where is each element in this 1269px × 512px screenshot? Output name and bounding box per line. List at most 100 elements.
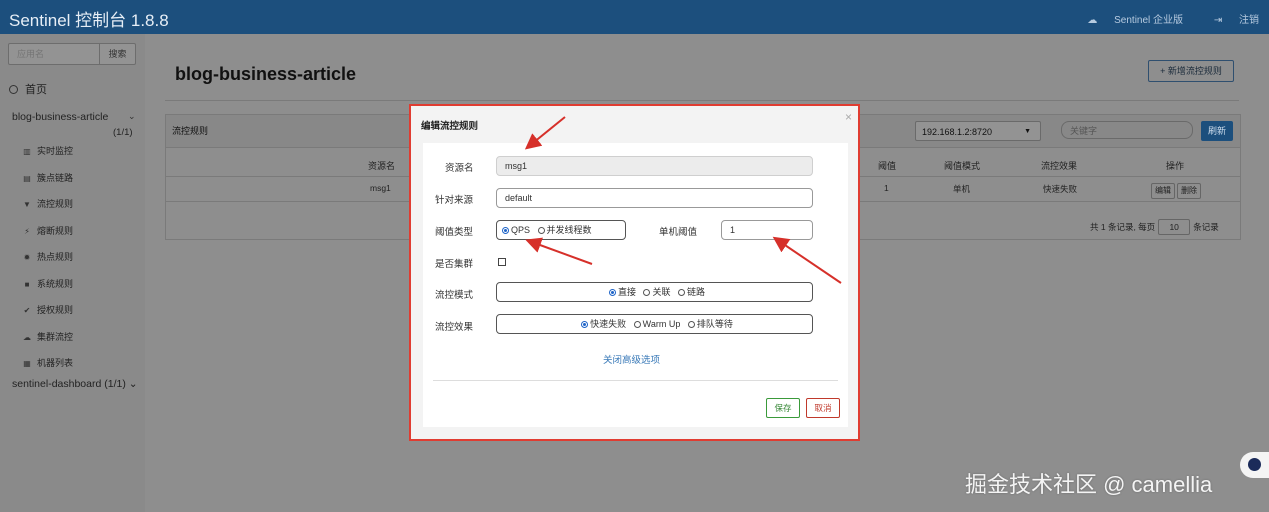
sidebar-item-5[interactable]: ■ 系统规则: [23, 271, 73, 298]
cell-mode: 单机: [953, 184, 971, 194]
radio-icon: [687, 321, 695, 328]
cluster-label: 是否集群: [435, 259, 474, 270]
radio-qps[interactable]: QPS: [497, 225, 530, 235]
divider: [433, 380, 838, 381]
logout-link[interactable]: ⇥ 注销: [1200, 15, 1259, 26]
radio-checked-icon: [608, 289, 616, 296]
caret-down-icon: ▼: [1024, 128, 1031, 135]
sidebar-app-count: (1/1): [113, 127, 133, 138]
radio-fast-fail[interactable]: 快速失败: [576, 319, 626, 329]
col-threshold-mode: 阈值模式: [944, 161, 981, 171]
threshold-type-label: 阈值类型: [435, 227, 474, 238]
sidebar-item-0[interactable]: ▥ 实时监控: [23, 138, 73, 165]
sidebar-app-name[interactable]: blog-business-article: [12, 111, 108, 123]
home-icon: [9, 85, 18, 94]
col-actions: 操作: [1166, 161, 1185, 171]
cloud-icon: ☁: [1087, 15, 1098, 26]
single-threshold-field[interactable]: 1: [721, 220, 813, 240]
app-search-button[interactable]: 搜索: [99, 44, 135, 64]
sidebar: 搜索 首页 blog-business-article ⌄ (1/1) ▥ 实时监…: [0, 34, 145, 512]
table-icon: ▦: [23, 359, 31, 368]
app-search: 搜索: [8, 43, 136, 65]
radio-associate[interactable]: 关联: [638, 287, 671, 297]
sidebar-item-home[interactable]: 首页: [9, 81, 47, 97]
save-button[interactable]: 保存: [766, 398, 800, 418]
fire-icon: ✹: [23, 253, 31, 262]
cell-threshold: 1: [884, 183, 889, 193]
sidebar-item-7[interactable]: ☁ 集群流控: [23, 324, 73, 351]
close-icon[interactable]: ×: [845, 110, 852, 124]
refresh-button[interactable]: 刷新: [1201, 121, 1233, 141]
threshold-type-group: QPS 并发线程数: [496, 220, 626, 240]
flow-effect-label: 流控效果: [435, 322, 474, 333]
cancel-button[interactable]: 取消: [806, 398, 840, 418]
sidebar-app-dashboard[interactable]: sentinel-dashboard (1/1) ⌄: [12, 378, 138, 390]
sidebar-item-3[interactable]: ⚡ 熔断规则: [23, 218, 73, 245]
divider: [165, 100, 1239, 101]
pagination: 共 1 条记录, 每页 10 条记录: [1090, 219, 1219, 235]
edit-button[interactable]: 编辑: [1151, 183, 1175, 199]
keyword-input[interactable]: 关键字: [1061, 121, 1193, 139]
radio-checked-icon: [581, 321, 589, 328]
watermark: 掘金技术社区 @ camellia: [965, 472, 1213, 497]
app-brand[interactable]: Sentinel 控制台 1.8.8: [9, 6, 169, 31]
sidebar-item-label: 簇点链路: [37, 172, 74, 183]
app-search-input[interactable]: [9, 44, 99, 64]
col-threshold: 阈值: [878, 161, 897, 171]
chat-bubble-button[interactable]: [1240, 452, 1269, 478]
add-flow-rule-button[interactable]: + 新增流控规则: [1148, 60, 1234, 82]
source-field[interactable]: default: [496, 188, 813, 208]
col-resource: 资源名: [368, 161, 396, 171]
top-navbar: Sentinel 控制台 1.8.8 ☁ Sentinel 企业版 ⇥ 注销: [0, 0, 1269, 34]
sidebar-item-6[interactable]: ✔ 授权规则: [23, 297, 73, 324]
edit-flow-rule-dialog: 编辑流控规则 × 资源名 msg1 针对来源 default 阈值类型 QPS …: [409, 104, 860, 441]
cell-resource: msg1: [370, 183, 391, 193]
dialog-title: 编辑流控规则: [421, 121, 479, 132]
bolt-icon: ⚡: [24, 226, 30, 236]
toggle-advanced-link[interactable]: 关闭高级选项: [603, 352, 660, 366]
radio-threads[interactable]: 并发线程数: [533, 225, 592, 235]
cluster-checkbox[interactable]: [498, 258, 506, 266]
sidebar-item-2[interactable]: ▼ 流控规则: [23, 191, 73, 218]
sidebar-item-8[interactable]: ▦ 机器列表: [23, 350, 73, 377]
sidebar-item-label: 机器列表: [37, 358, 74, 368]
radio-queue[interactable]: 排队等待: [683, 319, 733, 329]
list-icon: ▤: [23, 173, 31, 183]
delete-button[interactable]: 删除: [1177, 183, 1201, 199]
single-threshold-label: 单机阈值: [659, 227, 698, 238]
sidebar-item-1[interactable]: ▤ 簇点链路: [23, 165, 73, 192]
sidebar-item-label: 热点规则: [37, 252, 74, 262]
resource-label: 资源名: [445, 163, 474, 174]
check-icon: ✔: [23, 306, 31, 315]
panel-title: 流控规则: [172, 126, 209, 136]
flow-mode-label: 流控模式: [435, 290, 474, 301]
radio-direct[interactable]: 直接: [604, 287, 636, 297]
cell-effect: 快速失败: [1043, 184, 1078, 194]
sidebar-item-label: 实时监控: [37, 146, 74, 156]
radio-chain[interactable]: 链路: [673, 287, 705, 297]
source-label: 针对来源: [435, 195, 474, 206]
sidebar-item-4[interactable]: ✹ 热点规则: [23, 244, 73, 271]
radio-warm-up[interactable]: Warm Up: [629, 319, 680, 329]
chart-icon: ▥: [23, 147, 31, 156]
navbar-right: ☁ Sentinel 企业版 ⇥ 注销: [1059, 11, 1259, 26]
sidebar-item-label: 授权规则: [37, 305, 74, 315]
enterprise-link[interactable]: ☁ Sentinel 企业版: [1073, 15, 1183, 26]
sidebar-item-label: 集群流控: [37, 331, 74, 342]
radio-icon: [643, 289, 651, 296]
chevron-down-icon: ⌄: [125, 378, 138, 390]
radio-checked-icon: [502, 227, 509, 234]
resource-field: msg1: [496, 156, 813, 176]
filter-icon: ▼: [23, 200, 31, 209]
machine-select[interactable]: 192.168.1.2:8720 ▼: [915, 121, 1041, 141]
radio-icon: [633, 321, 641, 328]
radio-icon: [678, 289, 686, 296]
chevron-down-icon[interactable]: ⌄: [128, 111, 136, 122]
cloud-icon: ☁: [23, 332, 31, 342]
radio-icon: [537, 227, 545, 234]
flow-mode-group: 直接 关联 链路: [496, 282, 813, 302]
page-size-input[interactable]: 10: [1158, 219, 1191, 235]
sidebar-item-label: 流控规则: [37, 199, 74, 209]
col-effect: 流控效果: [1041, 161, 1078, 171]
lock-icon: ■: [24, 279, 30, 289]
